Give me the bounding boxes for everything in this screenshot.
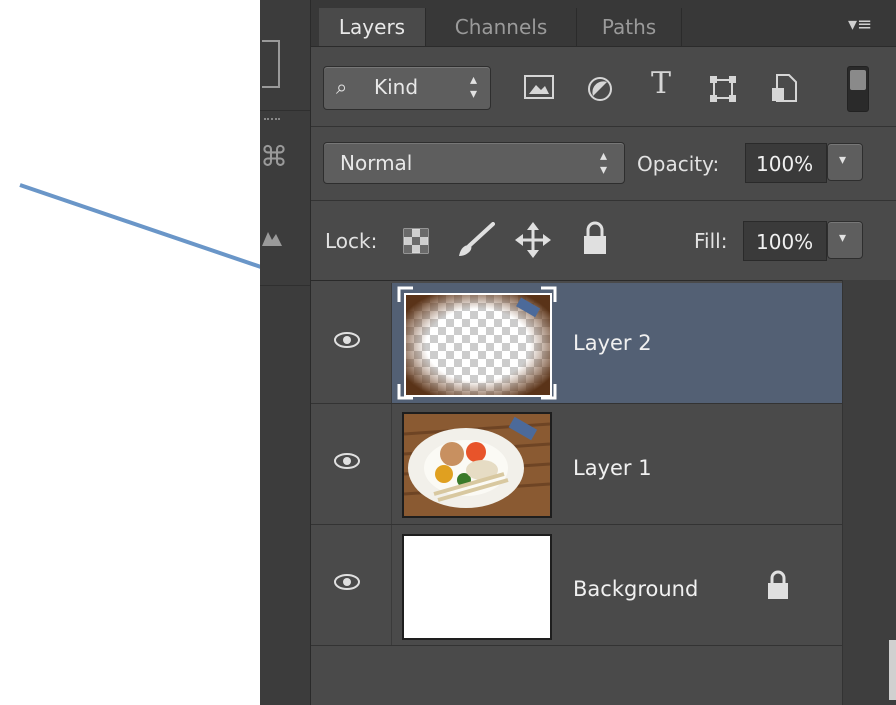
blend-mode-value: Normal: [340, 151, 413, 175]
type-filter-icon[interactable]: T: [646, 66, 676, 106]
layer-name[interactable]: Layer 2: [573, 331, 652, 355]
filter-kind-select[interactable]: ⌕ Kind ▴ ▾: [323, 66, 491, 110]
lock-image-pixels-icon[interactable]: [455, 222, 495, 258]
fill-label: Fill:: [694, 229, 728, 253]
tool-strip-grip-icon: [264, 118, 280, 123]
lock-label: Lock:: [325, 229, 378, 253]
eye-icon[interactable]: [333, 452, 361, 470]
tab-layers[interactable]: Layers: [319, 8, 426, 46]
lock-position-icon[interactable]: [515, 222, 551, 258]
layers-panel: Layers Channels Paths ▾≡ ⌕ Kind ▴ ▾ T Nor…: [311, 0, 896, 705]
filter-kind-label: Kind: [374, 75, 419, 99]
tool-icon-warp[interactable]: ⌘: [260, 140, 288, 173]
layer-thumbnail-background[interactable]: [402, 534, 552, 640]
tool-strip: ⌘: [260, 0, 311, 705]
filter-toggle-switch[interactable]: [847, 66, 869, 112]
select-stepper-icon: ▴ ▾: [600, 148, 608, 178]
opacity-label: Opacity:: [637, 152, 720, 176]
fill-value: 100%: [756, 230, 814, 254]
layer-name[interactable]: Layer 1: [573, 456, 652, 480]
fill-field[interactable]: 100%: [743, 221, 827, 261]
fill-dropdown-button[interactable]: ▾: [827, 221, 863, 259]
empty-layer-area: [311, 646, 842, 705]
visibility-cell: [311, 525, 392, 645]
eye-icon[interactable]: [333, 331, 361, 349]
search-icon: ⌕: [336, 75, 348, 99]
panel-menu-icon[interactable]: ▾≡: [846, 14, 874, 36]
lock-transparent-pixels-icon[interactable]: [403, 228, 429, 254]
opacity-field[interactable]: 100%: [745, 143, 827, 183]
opacity-value: 100%: [756, 152, 814, 176]
scrollbar-edge: [889, 640, 896, 700]
blend-mode-select[interactable]: Normal ▴ ▾: [323, 142, 625, 184]
layer-locked-icon[interactable]: [767, 569, 789, 601]
image-filter-icon[interactable]: [523, 74, 555, 100]
layer-thumbnail-layer-1[interactable]: [402, 412, 552, 518]
tool-icon-levels[interactable]: [262, 228, 282, 246]
adjustment-filter-icon[interactable]: [587, 76, 613, 102]
visibility-cell: [311, 283, 392, 403]
thumbnail-selection-corners: [397, 286, 557, 400]
lock-all-icon[interactable]: [583, 220, 607, 256]
smart-object-filter-icon[interactable]: [769, 72, 799, 104]
opacity-dropdown-button[interactable]: ▾: [827, 143, 863, 181]
tab-paths[interactable]: Paths: [577, 8, 682, 46]
layer-name[interactable]: Background: [573, 577, 698, 601]
layer-row-background[interactable]: Background: [311, 525, 842, 645]
layer-row-layer-2[interactable]: Layer 2: [311, 283, 842, 403]
select-stepper-icon: ▴ ▾: [470, 72, 478, 102]
layers-scrollbar[interactable]: [842, 280, 896, 705]
shape-filter-icon[interactable]: [708, 74, 738, 104]
eye-icon[interactable]: [333, 573, 361, 591]
chevron-down-icon: ▾: [839, 230, 847, 246]
chevron-down-icon: ▾: [839, 152, 847, 168]
tool-icon-frame[interactable]: [262, 40, 280, 88]
tab-channels[interactable]: Channels: [426, 8, 577, 46]
panel-tab-bar: Layers Channels Paths ▾≡: [311, 0, 896, 47]
layer-row-layer-1[interactable]: Layer 1: [311, 404, 842, 524]
visibility-cell: [311, 404, 392, 524]
